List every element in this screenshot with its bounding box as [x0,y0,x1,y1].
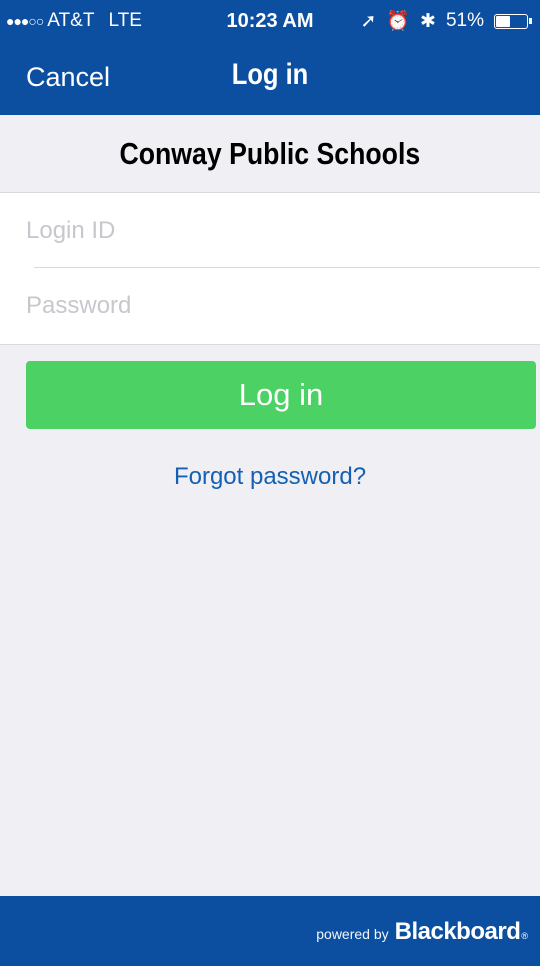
powered-by-blackboard: powered by Blackboard ® [316,918,528,946]
alarm-icon: ⏰ [386,11,411,32]
login-button[interactable]: Log in [26,361,536,429]
login-id-row [0,193,540,268]
forgot-password-link[interactable]: Forgot password? [0,463,540,491]
registered-trademark-mark: ® [521,931,528,941]
page-title: Log in [231,58,309,91]
login-id-input[interactable] [0,193,500,268]
battery-percent: 51% [445,10,484,31]
navigation-bar: Cancel Log in [0,40,540,115]
battery-icon [494,13,528,29]
bluetooth-icon: ✱ [420,10,436,32]
school-name-heading: Conway Public Schools [0,115,540,193]
password-row [0,268,540,343]
powered-by-label: powered by [316,926,389,942]
location-arrow-icon: ➚ [360,10,377,32]
battery-level-fill [496,15,511,27]
blackboard-logo: Blackboard [394,918,521,945]
app-footer: powered by Blackboard ® [0,896,540,966]
school-name-text: Conway Public Schools [119,135,421,171]
status-right: ➚ ⏰ ✱ 51% [360,9,532,33]
battery-tip [529,18,532,24]
status-bar: ●●●○○ AT&T LTE 10:23 AM ➚ ⏰ ✱ 51% [0,0,540,40]
password-input[interactable] [0,268,500,343]
login-form [0,193,540,345]
app-header: ●●●○○ AT&T LTE 10:23 AM ➚ ⏰ ✱ 51% Cancel… [0,0,540,115]
